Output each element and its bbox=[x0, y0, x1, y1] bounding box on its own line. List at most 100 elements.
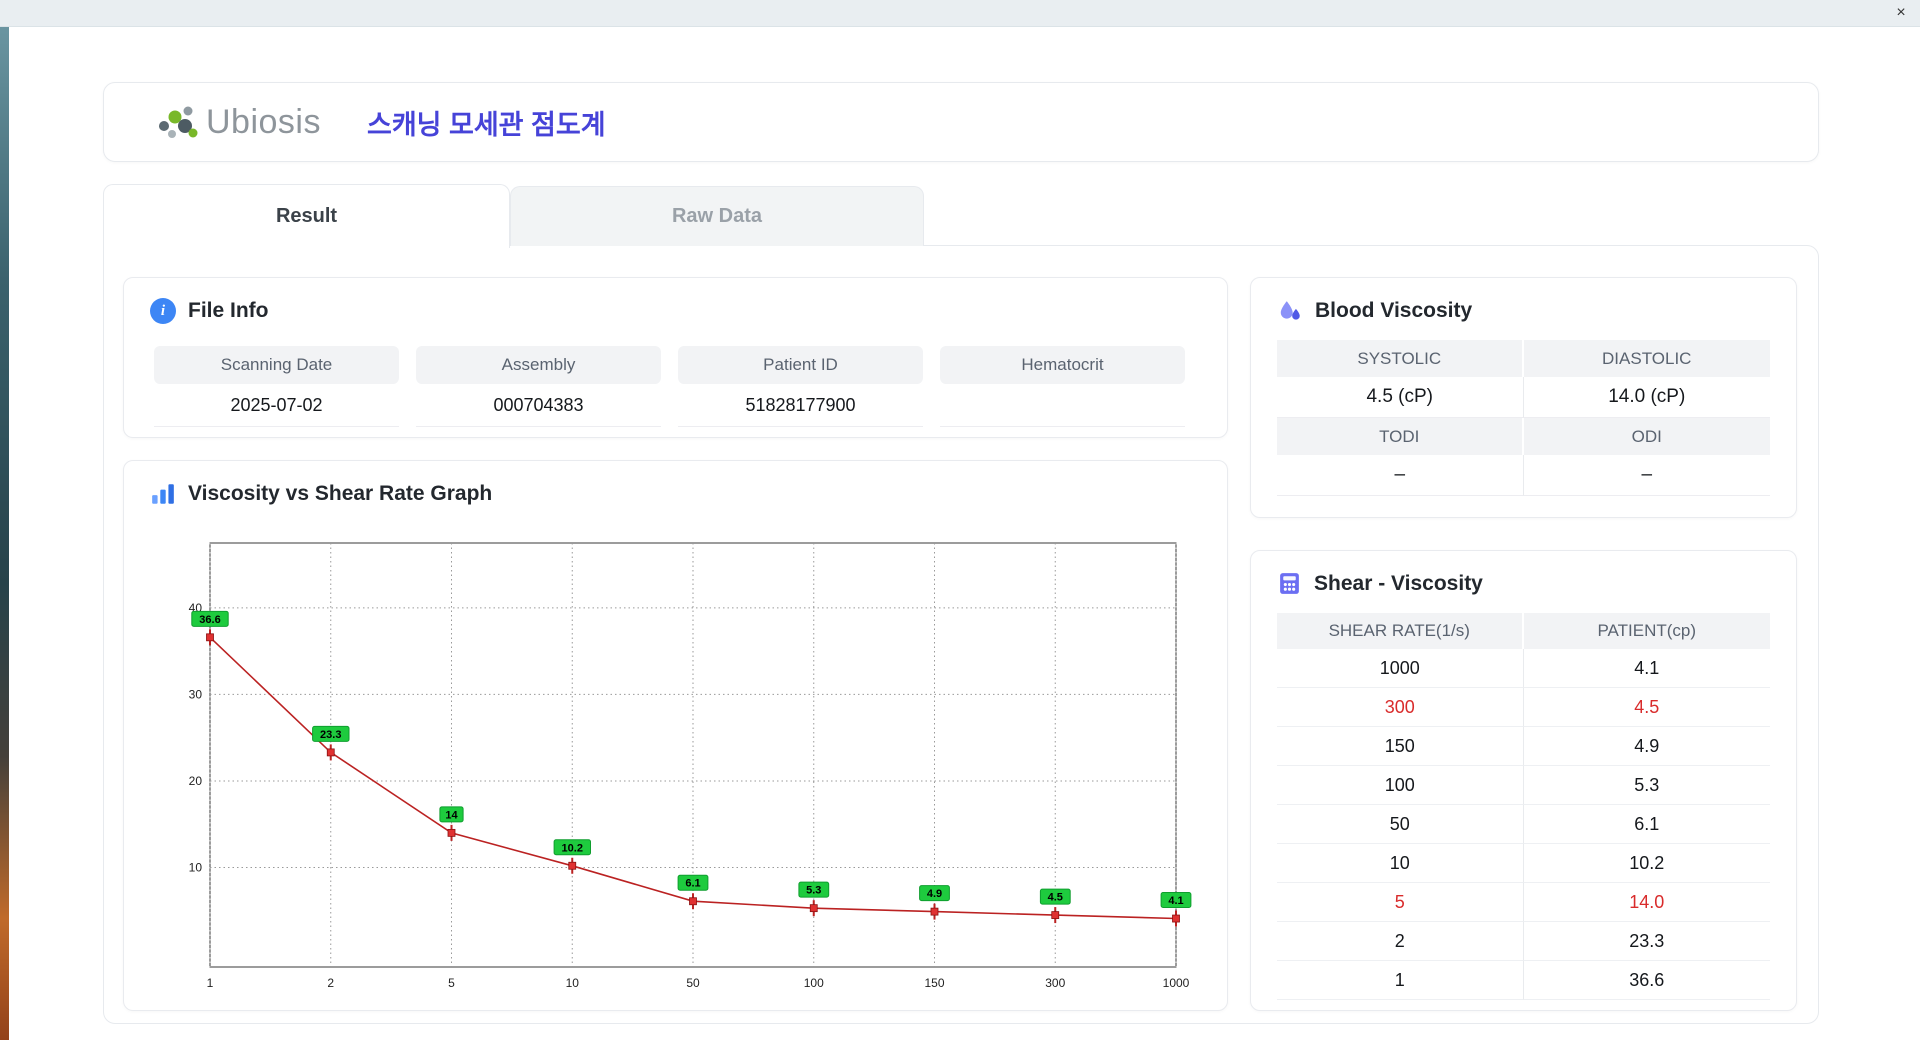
x-tick-label: 1000 bbox=[1163, 976, 1190, 990]
field-label: Scanning Date bbox=[154, 346, 399, 384]
field-value: 000704383 bbox=[416, 384, 661, 427]
blood-viscosity-title: Blood Viscosity bbox=[1315, 299, 1473, 322]
bv-value-diastolic: 14.0 (cP) bbox=[1523, 377, 1770, 418]
graph-title: Viscosity vs Shear Rate Graph bbox=[188, 482, 493, 505]
chart-marker bbox=[1172, 914, 1180, 923]
x-tick-label: 10 bbox=[566, 976, 580, 990]
field-value: 2025-07-02 bbox=[154, 384, 399, 427]
bar-chart-icon bbox=[152, 484, 174, 504]
point-label: 5.3 bbox=[806, 885, 821, 897]
x-tick-label: 1 bbox=[207, 976, 214, 990]
file-field-assembly: Assembly 000704383 bbox=[416, 346, 661, 427]
bv-label-odi: ODI bbox=[1523, 418, 1770, 455]
result-panel: i File Info Scanning Date 2025-07-02 Assem… bbox=[103, 245, 1819, 1024]
patient-viscosity-cell: 4.9 bbox=[1523, 727, 1770, 766]
bv-label-systolic: SYSTOLIC bbox=[1277, 340, 1524, 377]
y-tick-label: 10 bbox=[189, 860, 203, 874]
table-icon bbox=[1280, 573, 1299, 594]
shear-rate-cell: 50 bbox=[1277, 805, 1524, 844]
y-tick-label: 20 bbox=[189, 774, 203, 788]
graph-card: Viscosity vs Shear Rate Graph 1 2 5 10 50 100… bbox=[123, 460, 1228, 1011]
blood-viscosity-grid: SYSTOLIC DIASTOLIC 4.5 (cP) 14.0 (cP) TODI OD… bbox=[1277, 340, 1770, 496]
graph-title-row: Viscosity vs Shear Rate Graph bbox=[124, 461, 1227, 507]
field-label: Hematocrit bbox=[940, 346, 1185, 384]
point-label: 36.6 bbox=[199, 614, 220, 626]
field-label: Assembly bbox=[416, 346, 661, 384]
shear-rate-cell: 300 bbox=[1277, 688, 1524, 727]
shear-rate-cell: 10 bbox=[1277, 844, 1524, 883]
x-tick-label: 2 bbox=[327, 976, 334, 990]
chart-marker bbox=[930, 907, 939, 916]
file-info-title-row: i File Info bbox=[124, 278, 1227, 324]
shear-rate-cell: 2 bbox=[1277, 922, 1524, 961]
table-row: 2 23.3 bbox=[1277, 922, 1770, 961]
tabs: Result Raw Data bbox=[103, 184, 924, 248]
table-row: 1 36.6 bbox=[1277, 961, 1770, 1000]
tab-raw-data[interactable]: Raw Data bbox=[510, 186, 924, 246]
shear-rate-column-header: SHEAR RATE(1/s) bbox=[1277, 613, 1524, 649]
field-value: 51828177900 bbox=[678, 384, 923, 427]
point-label: 14 bbox=[445, 809, 458, 821]
close-button[interactable]: × bbox=[1890, 2, 1912, 24]
chart-marker bbox=[809, 904, 818, 913]
table-row: 100 5.3 bbox=[1277, 766, 1770, 805]
shear-table-header: SHEAR RATE(1/s) PATIENT(cp) bbox=[1277, 613, 1770, 649]
chart-marker bbox=[1051, 911, 1060, 919]
shear-viscosity-title-row: Shear - Viscosity bbox=[1251, 551, 1796, 596]
ubiosis-logo: Ubiosis bbox=[154, 99, 321, 145]
point-label: 4.1 bbox=[1168, 895, 1183, 907]
table-row: 1000 4.1 bbox=[1277, 649, 1770, 688]
point-label: 4.9 bbox=[927, 888, 942, 900]
x-tick-label: 150 bbox=[924, 976, 944, 990]
x-tick-label: 50 bbox=[686, 976, 700, 990]
field-label: Patient ID bbox=[678, 346, 923, 384]
table-row: 150 4.9 bbox=[1277, 727, 1770, 766]
table-row: 10 10.2 bbox=[1277, 844, 1770, 883]
app-window: Ubiosis 스캐닝 모세관 점도계 Result Raw Data i Fil… bbox=[9, 26, 1920, 1040]
y-tick-label: 30 bbox=[189, 687, 203, 701]
tab-result[interactable]: Result bbox=[103, 184, 510, 248]
patient-viscosity-cell: 5.3 bbox=[1523, 766, 1770, 805]
blood-viscosity-title-row: Blood Viscosity bbox=[1251, 278, 1796, 324]
x-tick-label: 5 bbox=[448, 976, 455, 990]
patient-viscosity-cell: 6.1 bbox=[1523, 805, 1770, 844]
patient-viscosity-cell: 36.6 bbox=[1523, 961, 1770, 1000]
shear-rate-cell: 150 bbox=[1277, 727, 1524, 766]
field-value bbox=[940, 384, 1185, 427]
patient-column-header: PATIENT(cp) bbox=[1523, 613, 1770, 649]
file-info-title: File Info bbox=[188, 299, 269, 322]
patient-viscosity-cell: 10.2 bbox=[1523, 844, 1770, 883]
table-row: 50 6.1 bbox=[1277, 805, 1770, 844]
window-titlebar: × bbox=[0, 0, 1920, 27]
point-label: 23.3 bbox=[320, 729, 341, 741]
bv-value-odi: – bbox=[1523, 455, 1770, 496]
logo-wordmark: Ubiosis bbox=[206, 102, 321, 141]
table-row: 300 4.5 bbox=[1277, 688, 1770, 727]
viscosity-chart: 1 2 5 10 50 100 150 300 10001020304036.623.31410… bbox=[189, 542, 1192, 990]
file-field-scanning-date: Scanning Date 2025-07-02 bbox=[154, 346, 399, 427]
file-field-patient-id: Patient ID 51828177900 bbox=[678, 346, 923, 427]
shear-rate-cell: 100 bbox=[1277, 766, 1524, 805]
x-tick-label: 100 bbox=[804, 976, 824, 990]
chart-marker bbox=[447, 828, 456, 837]
shear-viscosity-title: Shear - Viscosity bbox=[1314, 571, 1483, 595]
shear-rate-cell: 5 bbox=[1277, 883, 1524, 922]
chart-area: 1 2 5 10 50 100 150 300 1000 10 20 30 40 36.6 23.3 14 10… bbox=[162, 529, 1192, 1006]
bv-value-systolic: 4.5 (cP) bbox=[1277, 377, 1524, 418]
header-card: Ubiosis 스캐닝 모세관 점도계 bbox=[103, 82, 1819, 162]
file-info-fields: Scanning Date 2025-07-02 Assembly 000704383… bbox=[154, 346, 1185, 427]
chart-marker bbox=[206, 633, 214, 642]
point-label: 6.1 bbox=[685, 878, 700, 890]
shear-viscosity-card: Shear - Viscosity SHEAR RATE(1/s) PATIEN… bbox=[1250, 550, 1797, 1011]
bv-label-todi: TODI bbox=[1277, 418, 1524, 455]
chart-marker bbox=[326, 748, 335, 757]
x-tick-label: 300 bbox=[1045, 976, 1065, 990]
droplets-icon bbox=[1280, 301, 1300, 320]
shear-rate-cell: 1000 bbox=[1277, 649, 1524, 688]
shear-rate-cell: 1 bbox=[1277, 961, 1524, 1000]
patient-viscosity-cell: 23.3 bbox=[1523, 922, 1770, 961]
shear-table: SHEAR RATE(1/s) PATIENT(cp) 1000 4.1 300 4.… bbox=[1277, 613, 1770, 1000]
chart-marker bbox=[689, 897, 697, 906]
patient-viscosity-cell: 4.1 bbox=[1523, 649, 1770, 688]
file-info-card: i File Info Scanning Date 2025-07-02 Assem… bbox=[123, 277, 1228, 438]
